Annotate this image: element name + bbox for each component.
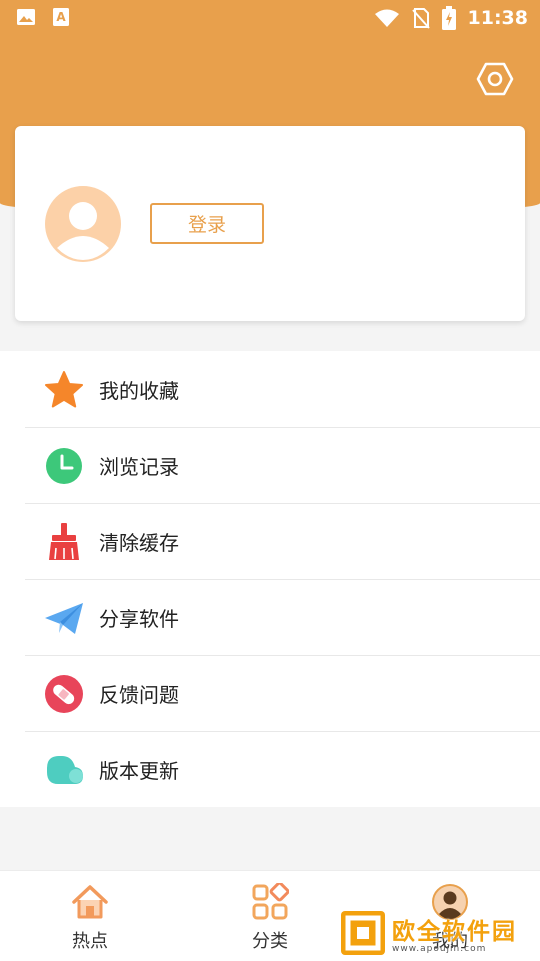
nav-tab-category[interactable]: 分类 [180, 871, 360, 961]
no-sim-icon [411, 8, 430, 29]
menu-item-label: 反馈问题 [99, 683, 179, 707]
star-icon [45, 371, 83, 408]
wifi-icon [374, 9, 399, 27]
paper-plane-icon [45, 603, 83, 634]
menu-item-label: 我的收藏 [99, 379, 179, 403]
login-button[interactable]: 登录 [150, 203, 264, 244]
nav-tab-hot[interactable]: 热点 [0, 871, 180, 961]
menu-item-label: 浏览记录 [99, 455, 179, 479]
menu-item-label: 版本更新 [99, 759, 179, 783]
menu-item-clear-cache[interactable]: 清除缓存 [0, 503, 540, 579]
menu-item-update[interactable]: 版本更新 [0, 731, 540, 807]
menu-item-history[interactable]: 浏览记录 [0, 427, 540, 503]
watermark-logo-icon [341, 911, 385, 955]
battery-charging-icon [441, 6, 456, 30]
menu-item-label: 分享软件 [99, 607, 179, 631]
watermark-title: 欧全软件园 [392, 919, 517, 945]
svg-text:A: A [56, 10, 66, 24]
nav-label: 分类 [252, 931, 288, 952]
clock-icon [46, 448, 82, 484]
menu-item-share[interactable]: 分享软件 [0, 579, 540, 655]
menu-item-favorites[interactable]: 我的收藏 [0, 351, 540, 427]
status-bar: A 11:38 [0, 0, 540, 36]
cloud-icon [47, 756, 83, 784]
text-app-icon: A [53, 8, 69, 26]
image-icon [17, 9, 35, 25]
menu-item-label: 清除缓存 [99, 531, 179, 555]
profile-card: 登录 [15, 126, 525, 321]
nav-label: 热点 [72, 931, 108, 952]
settings-icon[interactable] [476, 60, 514, 98]
bandage-icon [45, 675, 83, 713]
home-icon [72, 885, 108, 919]
watermark: 欧全软件园 www.apoujin.com [340, 910, 535, 956]
menu-item-feedback[interactable]: 反馈问题 [0, 655, 540, 731]
default-avatar-icon[interactable] [45, 186, 121, 262]
broom-icon [49, 523, 79, 560]
menu-list: 我的收藏 浏览记录 清除缓存 分享软件 反馈问题 版本更新 [0, 351, 540, 807]
grid-icon [252, 883, 289, 920]
status-time: 11:38 [467, 7, 528, 29]
